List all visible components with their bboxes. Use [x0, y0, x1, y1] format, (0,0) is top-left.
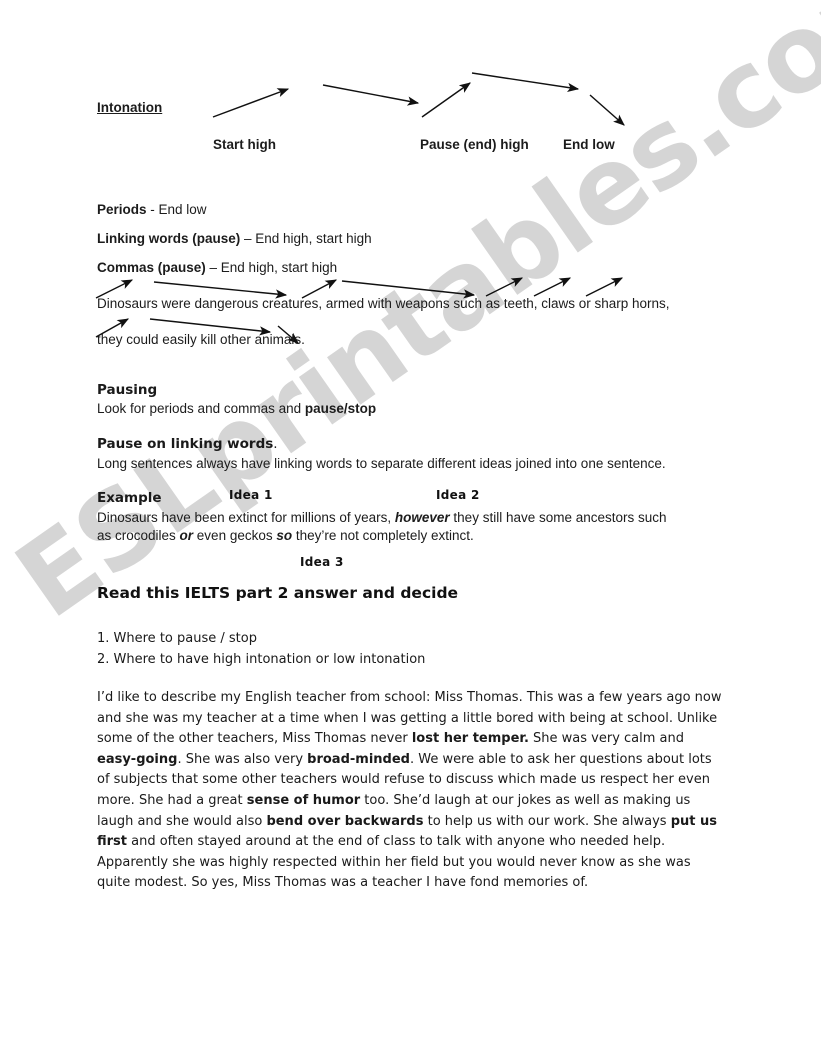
dinosaur-sentence-line2: they could easily kill other animals. — [97, 332, 305, 347]
rule-linking-words-term: Linking words (pause) — [97, 231, 241, 246]
linking-heading-a: Pause on — [97, 436, 171, 452]
pausing-line-prefix: Look for periods and commas and — [97, 401, 305, 416]
dinosaur-sentence-line1: Dinosaurs were dangerous creatures, arme… — [97, 296, 670, 311]
idea-2-label: Idea 2 — [436, 488, 480, 502]
example-heading: Example — [97, 490, 162, 506]
intonation-heading: Intonation — [97, 100, 163, 115]
rule-periods-desc: - End low — [146, 202, 207, 217]
example-line2-c: even geckos — [193, 528, 277, 543]
intonation-arrow-diagram — [212, 72, 625, 126]
worksheet-page: ESLprintables.com Intonation Start high … — [0, 0, 821, 1063]
idea-1-label: Idea 1 — [229, 488, 273, 502]
example-line2: as crocodiles or even geckos so they’re … — [97, 527, 474, 544]
answer-highlight-phrase: lost her temper. — [411, 731, 529, 747]
idea-3-label: Idea 3 — [300, 555, 344, 569]
example-linker-so: so — [276, 528, 293, 543]
answer-highlight-phrase: bend over backwards — [266, 813, 424, 829]
linking-heading-tail: . — [273, 436, 278, 452]
task-item-1: 1. Where to pause / stop — [97, 631, 257, 646]
example-linker-or: or — [179, 528, 194, 543]
task-heading: Read this IELTS part 2 answer and decide — [97, 584, 459, 602]
example-line1-c: they still have some ancestors such — [449, 510, 667, 525]
label-pause-end-high: Pause (end) high — [420, 137, 529, 152]
example-line1-a: Dinosaurs have been extinct for millions… — [97, 510, 395, 525]
label-end-low: End low — [563, 137, 615, 152]
example-line2-a: as crocodiles — [97, 528, 180, 543]
pausing-line: Look for periods and commas and pause/st… — [97, 400, 376, 417]
label-start-high: Start high — [213, 137, 276, 152]
linking-heading-b: linking words — [170, 436, 274, 452]
answer-highlight-phrase: easy-going — [97, 751, 178, 767]
linking-heading: Pause on linking words. — [97, 435, 278, 455]
pausing-heading: Pausing — [97, 382, 158, 398]
rule-periods: Periods - End low — [97, 201, 207, 218]
rule-linking-words: Linking words (pause) – End high, start … — [97, 230, 372, 247]
answer-text-run: and often stayed around at the end of cl… — [97, 834, 691, 891]
rule-linking-words-desc: – End high, start high — [240, 231, 372, 246]
answer-text-run: . She was also very — [177, 751, 308, 767]
answer-passage: I’d like to describe my English teacher … — [97, 688, 726, 894]
rule-periods-term: Periods — [97, 202, 147, 217]
example-linker-however: however — [394, 510, 450, 525]
answer-highlight-phrase: sense of humor — [246, 792, 361, 808]
linking-body: Long sentences always have linking words… — [97, 456, 666, 471]
example-line2-e: they’re not completely extinct. — [292, 528, 474, 543]
answer-highlight-phrase: broad-minded — [307, 751, 410, 767]
task-item-2: 2. Where to have high intonation or low … — [97, 652, 426, 667]
example-line1: Dinosaurs have been extinct for millions… — [97, 509, 667, 526]
answer-text-run: She was very calm and — [528, 731, 685, 747]
pausing-line-bold: pause/stop — [304, 401, 377, 416]
answer-text-run: to help us with our work. She always — [423, 813, 671, 829]
